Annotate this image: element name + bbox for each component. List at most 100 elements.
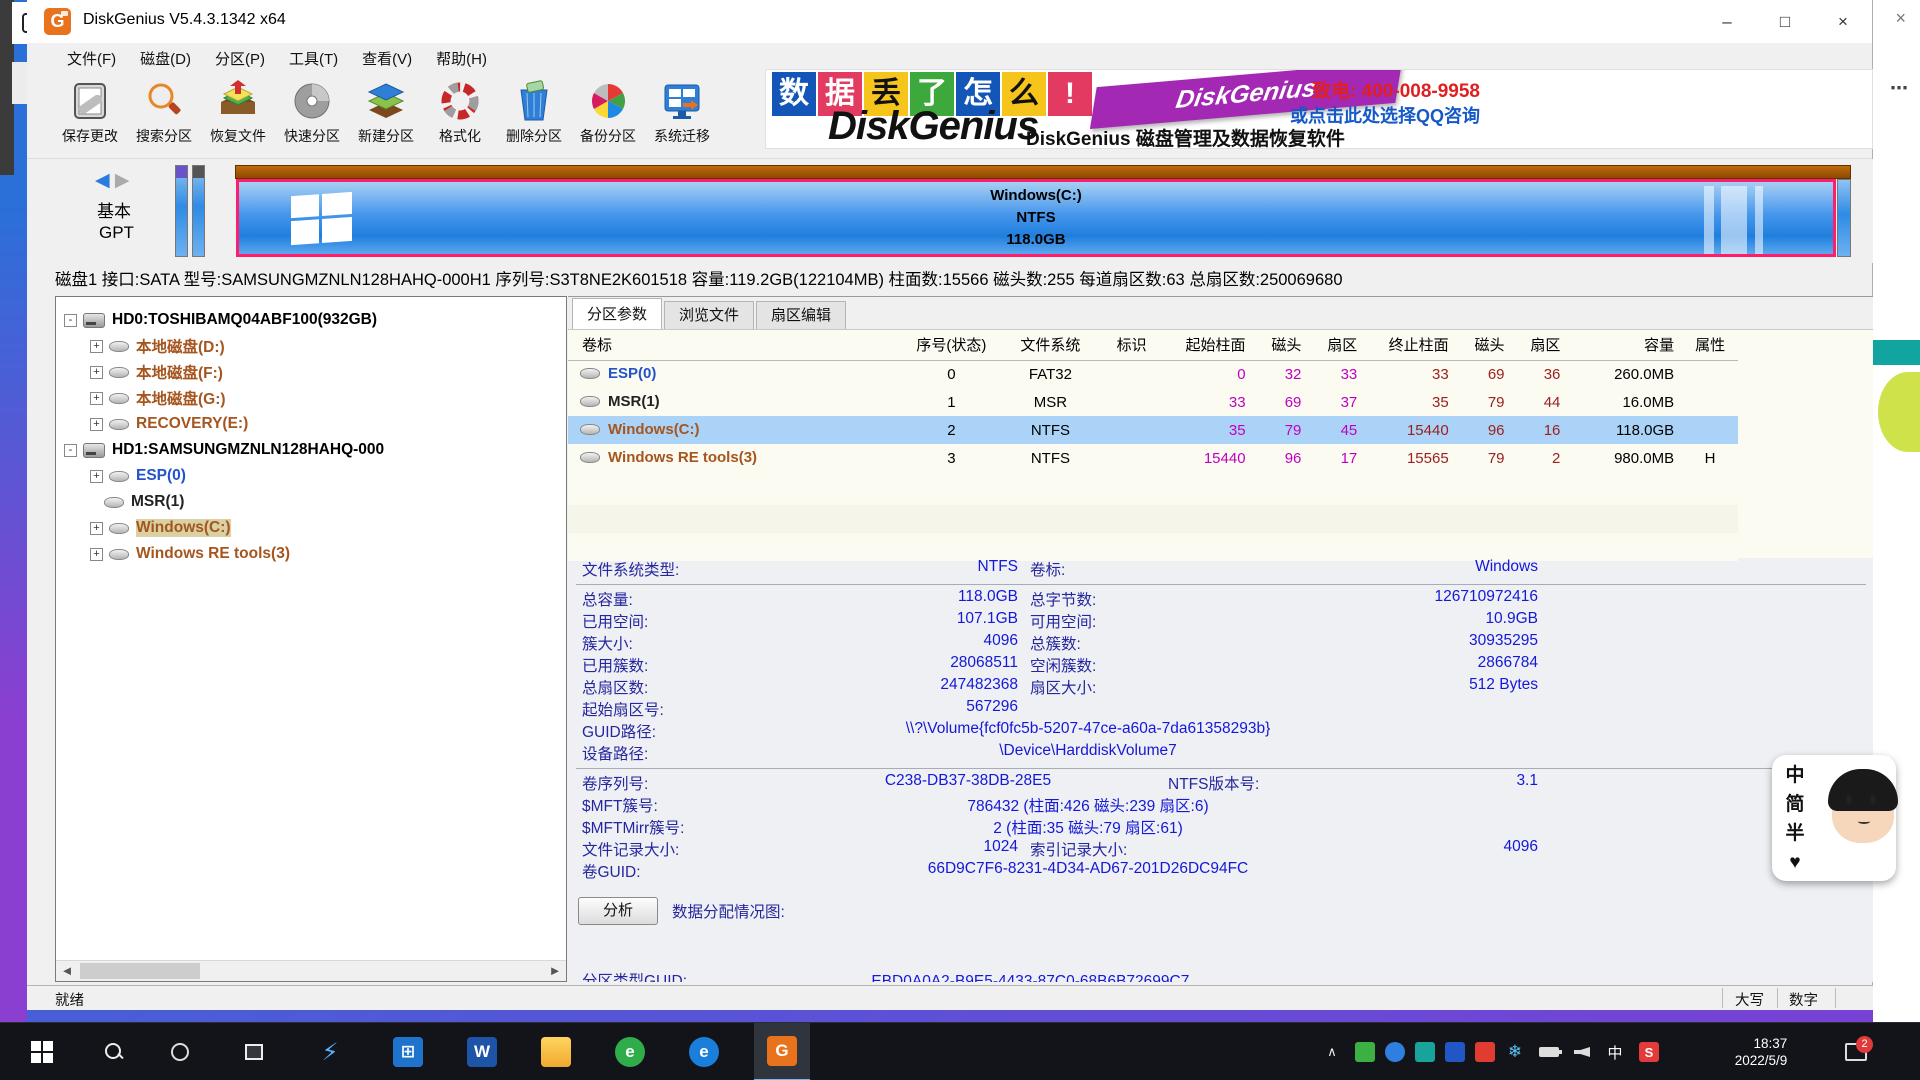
close-button[interactable]: × xyxy=(1814,0,1872,43)
background-close-icon[interactable]: × xyxy=(1895,8,1906,29)
taskbar-app-word[interactable]: W xyxy=(458,1023,506,1080)
tree-item-windows-re[interactable]: +Windows RE tools(3) xyxy=(56,541,566,567)
expand-box-icon[interactable]: + xyxy=(90,418,103,431)
expand-box-icon[interactable]: + xyxy=(90,522,103,535)
diskgenius-icon: G xyxy=(767,1036,797,1066)
tree-item-msr[interactable]: MSR(1) xyxy=(56,489,566,515)
tray-icon-snowflake[interactable]: ❄ xyxy=(1502,1023,1528,1080)
partition-sliver-msr[interactable] xyxy=(192,165,205,257)
prev-disk-arrow[interactable]: ◀ xyxy=(95,170,110,191)
scroll-left-arrow[interactable]: ◄ xyxy=(56,961,78,981)
menu-partition[interactable]: 分区(P) xyxy=(203,48,277,69)
tree-horizontal-scrollbar[interactable]: ◄ ► xyxy=(56,960,566,981)
tray-show-hidden-icons[interactable]: ∧ xyxy=(1318,1023,1346,1080)
table-row-windows-re[interactable]: Windows RE tools(3) 3NTFS 154409617 1556… xyxy=(568,444,1738,472)
tray-icon-green[interactable] xyxy=(1352,1023,1378,1080)
empty-row-band xyxy=(568,505,1738,533)
delete-partition-icon xyxy=(513,80,555,122)
next-disk-arrow[interactable]: ▶ xyxy=(115,170,130,191)
partition-sliver-retools[interactable] xyxy=(1837,179,1851,257)
tree-item-local-f[interactable]: +本地磁盘(F:) xyxy=(56,359,566,385)
analyze-button[interactable]: 分析 xyxy=(578,897,658,925)
divider xyxy=(576,768,1866,769)
expand-box-icon[interactable]: + xyxy=(90,340,103,353)
menu-file[interactable]: 文件(F) xyxy=(55,48,128,69)
table-row-msr[interactable]: MSR(1) 1MSR 336937 357944 16.0MB xyxy=(568,388,1738,416)
window-title: DiskGenius V5.4.3.1342 x64 xyxy=(83,11,286,29)
background-menu-icon[interactable]: ⋯ xyxy=(1890,78,1908,99)
partition-sliver-esp[interactable] xyxy=(175,165,188,257)
table-row-windows-c[interactable]: Windows(C:) 2NTFS 357945 154409616 118.0… xyxy=(568,416,1738,444)
notification-icon: 2 xyxy=(1845,1043,1867,1061)
expand-box-icon[interactable]: - xyxy=(64,314,77,327)
tree-item-hd1[interactable]: -HD1:SAMSUNGMZNLN128HAHQ-000 xyxy=(56,437,566,463)
tray-ime-indicator[interactable]: 中 xyxy=(1600,1023,1630,1080)
expand-box-icon[interactable]: + xyxy=(90,366,103,379)
menu-tools[interactable]: 工具(T) xyxy=(277,48,350,69)
expand-box-icon[interactable]: - xyxy=(64,444,77,457)
taskbar-search-button[interactable] xyxy=(92,1023,136,1080)
tray-battery[interactable] xyxy=(1534,1023,1564,1080)
tab-sector-edit[interactable]: 扇区编辑 xyxy=(756,301,846,329)
tree-item-recovery-e[interactable]: +RECOVERY(E:) xyxy=(56,411,566,437)
backup-partition-button[interactable]: 备份分区 xyxy=(571,77,645,157)
minimize-button[interactable]: – xyxy=(1698,0,1756,43)
taskbar-clock[interactable]: 18:372022/5/9 xyxy=(1706,1023,1816,1080)
store-icon: ⊞ xyxy=(393,1037,423,1067)
recover-files-button[interactable]: 恢复文件 xyxy=(201,77,275,157)
taskbar-app-edge[interactable]: e xyxy=(680,1023,728,1080)
notification-center-button[interactable]: 2 xyxy=(1836,1023,1876,1080)
taskbar-app-browser-green[interactable]: e xyxy=(606,1023,654,1080)
scrollbar-thumb[interactable] xyxy=(80,963,200,979)
partition-type-guid-line: 分区类型GUID: EBD0A0A2-B9E5-4433-87C0-68B6B7… xyxy=(582,969,1189,982)
start-button[interactable] xyxy=(16,1023,68,1080)
expand-box-icon[interactable]: + xyxy=(90,548,103,561)
ad-phone: 致电: 400-008-9958 xyxy=(1312,76,1480,103)
menu-view[interactable]: 查看(V) xyxy=(350,48,424,69)
system-migration-button[interactable]: 系统迁移 xyxy=(645,77,719,157)
empty-row-band xyxy=(568,533,1738,561)
taskbar-app-diskgenius-active[interactable]: G xyxy=(754,1023,810,1080)
tray-icon-blue-circle[interactable] xyxy=(1382,1023,1408,1080)
tray-icon-teal[interactable] xyxy=(1412,1023,1438,1080)
expand-box-icon[interactable]: + xyxy=(90,470,103,483)
expand-box-icon[interactable]: + xyxy=(90,392,103,405)
tree-item-local-g[interactable]: +本地磁盘(G:) xyxy=(56,385,566,411)
search-partition-button[interactable]: 搜索分区 xyxy=(127,77,201,157)
delete-partition-button[interactable]: 删除分区 xyxy=(497,77,571,157)
scroll-right-arrow[interactable]: ► xyxy=(544,961,566,981)
background-teal-fragment xyxy=(1873,340,1920,365)
task-view-button[interactable] xyxy=(232,1023,276,1080)
tray-icon-qq[interactable] xyxy=(1442,1023,1468,1080)
table-header-row: 卷标 序号(状态) 文件系统 标识 起始柱面 磁头 扇区 终止柱面 磁头 扇区 … xyxy=(568,330,1738,360)
cortana-button[interactable] xyxy=(158,1023,202,1080)
recover-files-icon xyxy=(217,80,259,122)
maximize-button[interactable]: □ xyxy=(1756,0,1814,43)
taskbar-app-lightning[interactable]: ⚡ xyxy=(306,1023,354,1080)
menu-help[interactable]: 帮助(H) xyxy=(424,48,499,69)
tray-sogou[interactable]: S xyxy=(1634,1023,1664,1080)
save-changes-button[interactable]: 保存更改 xyxy=(53,77,127,157)
ime-status-sticker[interactable]: 中 简 半 ♥ xyxy=(1772,755,1896,881)
tab-browse-files[interactable]: 浏览文件 xyxy=(664,301,754,329)
partition-icon xyxy=(580,424,600,435)
table-row-esp[interactable]: ESP(0) 0FAT32 03233 336936 260.0MB xyxy=(568,360,1738,388)
tree-item-windows-c[interactable]: +Windows(C:) xyxy=(56,515,566,541)
taskbar-app-store[interactable]: ⊞ xyxy=(384,1023,432,1080)
partition-windows-c[interactable]: Windows(C:) NTFS 118.0GB xyxy=(236,179,1836,257)
quick-partition-button[interactable]: 快速分区 xyxy=(275,77,349,157)
partition-icon xyxy=(109,393,129,404)
menu-disk[interactable]: 磁盘(D) xyxy=(128,48,203,69)
tab-partition-params[interactable]: 分区参数 xyxy=(572,298,662,329)
tree-item-hd0[interactable]: -HD0:TOSHIBAMQ04ABF100(932GB) xyxy=(56,307,566,333)
status-numlock: 数字 xyxy=(1789,989,1818,1010)
format-button[interactable]: 格式化 xyxy=(423,77,497,157)
tree-item-esp[interactable]: +ESP(0) xyxy=(56,463,566,489)
tray-volume[interactable] xyxy=(1568,1023,1596,1080)
tree-item-local-d[interactable]: +本地磁盘(D:) xyxy=(56,333,566,359)
ad-banner[interactable]: 数 据 丢 了 怎 么 ! DiskGenius DiskGenius 致电: … xyxy=(765,69,1873,149)
status-capslock: 大写 xyxy=(1735,989,1764,1010)
new-partition-button[interactable]: 新建分区 xyxy=(349,77,423,157)
taskbar-file-explorer[interactable] xyxy=(532,1023,580,1080)
tray-icon-red[interactable] xyxy=(1472,1023,1498,1080)
